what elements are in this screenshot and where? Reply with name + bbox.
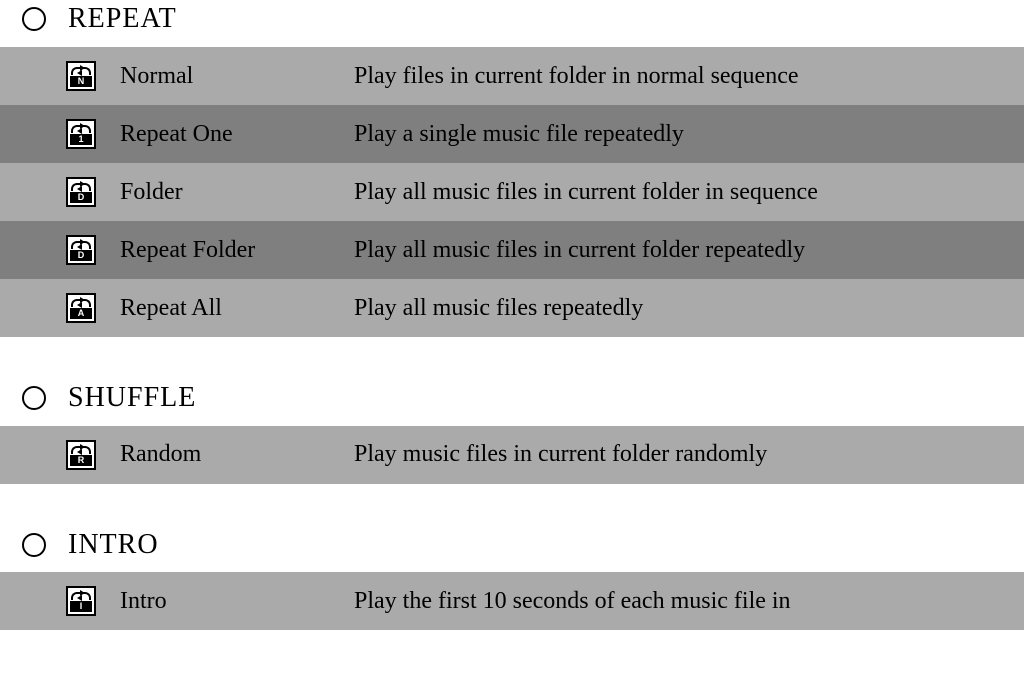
option-row-shuffle-0[interactable]: R RandomPlay music files in current folde… <box>0 426 1024 484</box>
option-row-repeat-3[interactable]: D Repeat FolderPlay all music files in cu… <box>0 221 1024 279</box>
loop-icon: 1 <box>66 119 96 149</box>
option-row-repeat-2[interactable]: D FolderPlay all music files in current f… <box>0 163 1024 221</box>
mode-icon-repeat-1: 1 <box>66 119 120 149</box>
loop-icon: N <box>66 61 96 91</box>
option-description: Play all music files repeatedly <box>354 295 1014 321</box>
rows-intro: I IntroPlay the first 10 seconds of each … <box>0 572 1024 630</box>
section-header-intro: INTRO <box>0 526 1024 573</box>
option-row-intro-0[interactable]: I IntroPlay the first 10 seconds of each … <box>0 572 1024 630</box>
loop-icon-letter: N <box>78 77 85 86</box>
option-label: Repeat All <box>120 295 354 321</box>
option-description: Play all music files in current folder r… <box>354 237 1014 263</box>
mode-icon-repeat-4: A <box>66 293 120 323</box>
option-description: Play the first 10 seconds of each music … <box>354 588 1014 614</box>
section-repeat: REPEAT N NormalPlay files in current folde… <box>0 0 1024 337</box>
mode-icon-intro-0: I <box>66 586 120 616</box>
option-row-repeat-0[interactable]: N NormalPlay files in current folder in n… <box>0 47 1024 105</box>
loop-icon-letter: D <box>78 251 85 260</box>
section-title-intro: INTRO <box>68 530 159 561</box>
section-header-repeat: REPEAT <box>0 0 1024 47</box>
option-description: Play files in current folder in normal s… <box>354 63 1014 89</box>
section-title-repeat: REPEAT <box>68 4 177 35</box>
loop-icon-letter: R <box>78 456 85 465</box>
option-label: Intro <box>120 588 354 614</box>
option-description: Play music files in current folder rando… <box>354 441 1014 467</box>
loop-icon: D <box>66 177 96 207</box>
option-label: Repeat One <box>120 121 354 147</box>
loop-icon-letter: D <box>78 193 85 202</box>
option-row-repeat-4[interactable]: A Repeat AllPlay all music files repeated… <box>0 279 1024 337</box>
loop-icon-letter: A <box>78 309 85 318</box>
loop-icon: I <box>66 586 96 616</box>
section-intro: INTRO I IntroPlay the first 10 seconds of … <box>0 526 1024 631</box>
loop-icon-letter: 1 <box>78 135 83 144</box>
loop-icon: D <box>66 235 96 265</box>
mode-icon-shuffle-0: R <box>66 440 120 470</box>
option-row-repeat-1[interactable]: 1 Repeat OnePlay a single music file repe… <box>0 105 1024 163</box>
option-label: Repeat Folder <box>120 237 354 263</box>
section-header-shuffle: SHUFFLE <box>0 379 1024 426</box>
rows-repeat: N NormalPlay files in current folder in n… <box>0 47 1024 337</box>
radio-shuffle[interactable] <box>22 386 46 410</box>
loop-icon: A <box>66 293 96 323</box>
option-label: Random <box>120 441 354 467</box>
mode-icon-repeat-3: D <box>66 235 120 265</box>
section-title-shuffle: SHUFFLE <box>68 383 196 414</box>
section-shuffle: SHUFFLE R RandomPlay music files in curren… <box>0 379 1024 484</box>
option-label: Normal <box>120 63 354 89</box>
radio-intro[interactable] <box>22 533 46 557</box>
loop-icon-letter: I <box>80 602 83 611</box>
radio-repeat[interactable] <box>22 7 46 31</box>
option-label: Folder <box>120 179 354 205</box>
option-description: Play all music files in current folder i… <box>354 179 1014 205</box>
option-description: Play a single music file repeatedly <box>354 121 1014 147</box>
mode-icon-repeat-0: N <box>66 61 120 91</box>
mode-icon-repeat-2: D <box>66 177 120 207</box>
loop-icon: R <box>66 440 96 470</box>
rows-shuffle: R RandomPlay music files in current folde… <box>0 426 1024 484</box>
